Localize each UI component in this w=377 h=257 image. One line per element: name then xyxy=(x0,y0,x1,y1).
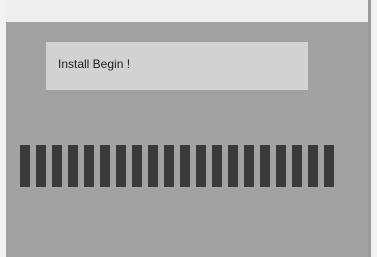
progress-segment xyxy=(324,145,334,187)
progress-segment xyxy=(148,145,158,187)
install-screen: Install Begin ! xyxy=(6,0,371,257)
progress-segment xyxy=(52,145,62,187)
progress-segment xyxy=(244,145,254,187)
progress-segment xyxy=(36,145,46,187)
progress-segment xyxy=(132,145,142,187)
progress-segment xyxy=(196,145,206,187)
message-box: Install Begin ! xyxy=(46,42,308,90)
progress-segment xyxy=(260,145,270,187)
progress-segment xyxy=(276,145,286,187)
progress-segment xyxy=(292,145,302,187)
progress-segment xyxy=(68,145,78,187)
install-progress-bar xyxy=(20,145,340,187)
progress-segment xyxy=(116,145,126,187)
top-strip xyxy=(6,0,371,22)
progress-segment xyxy=(228,145,238,187)
screen-edge xyxy=(368,0,371,257)
progress-segment xyxy=(20,145,30,187)
progress-segment xyxy=(100,145,110,187)
progress-segment xyxy=(212,145,222,187)
progress-segment xyxy=(84,145,94,187)
progress-segment xyxy=(308,145,318,187)
progress-segment xyxy=(164,145,174,187)
install-message: Install Begin ! xyxy=(58,57,131,71)
progress-segment xyxy=(180,145,190,187)
